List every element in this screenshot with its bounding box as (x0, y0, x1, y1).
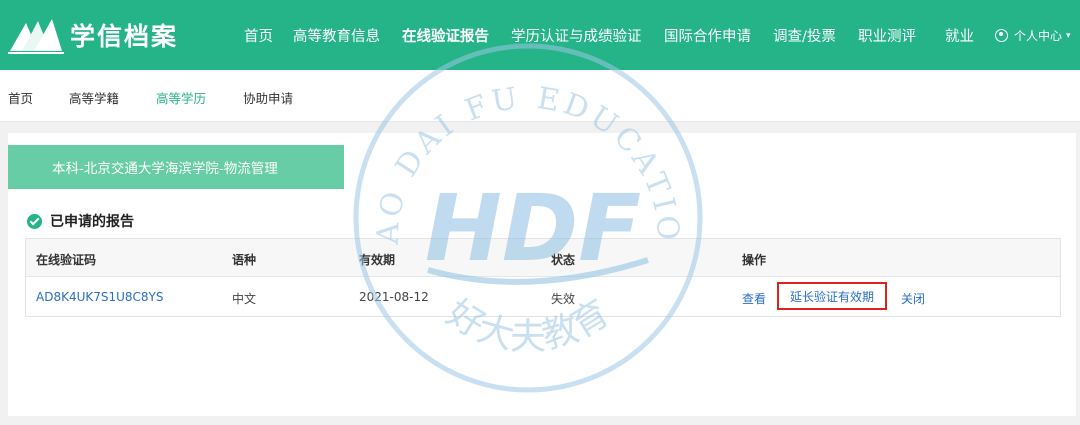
table-row: AD8K4UK7S1U8C8YS 中文 2021-08-12 失效 查看 延长验… (26, 277, 1060, 317)
degree-label: 本科-北京交通大学海滨学院-物流管理 (52, 161, 278, 177)
nav-higher-education[interactable]: 高等教育信息 (293, 25, 380, 46)
logo-text: 学信档案 (70, 22, 179, 51)
chevron-down-icon: ▾ (1066, 30, 1071, 41)
close-link[interactable]: 关闭 (901, 290, 925, 307)
status-cell: 失效 (551, 292, 576, 306)
header-code: 在线验证码 (36, 253, 97, 267)
subnav-home[interactable]: 首页 (8, 88, 33, 107)
nav-home[interactable]: 首页 (244, 25, 273, 46)
nav-international[interactable]: 国际合作申请 (664, 25, 751, 46)
nav-online-report[interactable]: 在线验证报告 (402, 25, 489, 46)
nav-certification[interactable]: 学历认证与成绩验证 (511, 25, 642, 46)
nav-survey[interactable]: 调查/投票 (773, 25, 836, 46)
subnav-degree[interactable]: 高等学历 (156, 88, 206, 107)
expiry-cell: 2021-08-12 (359, 290, 429, 304)
language-cell: 中文 (232, 292, 257, 306)
top-header: 学信档案 首页 高等教育信息 在线验证报告 学历认证与成绩验证 国际合作申请 调… (0, 0, 1080, 70)
report-panel: 本科-北京交通大学海滨学院-物流管理 已申请的报告 在线验证码 语种 有效期 状… (8, 133, 1076, 416)
user-center-label: 个人中心 (1014, 29, 1063, 43)
sub-navigation: 首页 高等学籍 高等学历 协助申请 (0, 70, 1080, 122)
subnav-assist-apply[interactable]: 协助申请 (243, 88, 293, 107)
check-circle-icon (27, 213, 42, 229)
subnav-student-status[interactable]: 高等学籍 (69, 88, 119, 107)
extend-validity-link[interactable]: 延长验证有效期 (777, 282, 887, 310)
nav-employment[interactable]: 就业 (945, 25, 974, 46)
verification-code[interactable]: AD8K4UK7S1U8C8YS (36, 290, 164, 304)
user-center-menu[interactable]: 个人中心 ▾ (995, 27, 1071, 44)
view-link[interactable]: 查看 (742, 290, 766, 307)
degree-tab[interactable]: 本科-北京交通大学海滨学院-物流管理 (8, 145, 344, 189)
user-icon (995, 29, 1008, 42)
header-status: 状态 (551, 253, 576, 267)
logo[interactable]: 学信档案 (8, 14, 188, 56)
header-language: 语种 (232, 253, 257, 267)
reports-table: 在线验证码 语种 有效期 状态 操作 AD8K4UK7S1U8C8YS 中文 2… (25, 238, 1061, 317)
header-actions: 操作 (742, 253, 767, 267)
section-title: 已申请的报告 (27, 211, 134, 231)
nav-career-test[interactable]: 职业测评 (858, 25, 916, 46)
header-expiry: 有效期 (359, 253, 396, 267)
table-header: 在线验证码 语种 有效期 状态 操作 (26, 239, 1060, 277)
section-title-text: 已申请的报告 (50, 214, 134, 230)
book-logo-icon (8, 19, 64, 54)
